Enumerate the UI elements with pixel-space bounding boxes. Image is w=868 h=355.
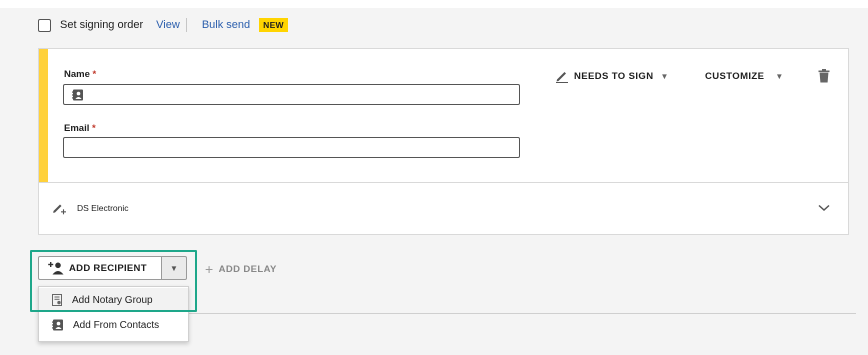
top-strip (0, 0, 868, 8)
signature-pen-icon (53, 204, 66, 215)
set-signing-order-label: Set signing order (60, 19, 144, 31)
new-badge: NEW (259, 18, 288, 32)
add-person-icon (48, 261, 64, 274)
menu-item-label: Add From Contacts (73, 319, 160, 331)
customize-dropdown[interactable]: CUSTOMIZE ▼ (705, 71, 784, 82)
customize-label: CUSTOMIZE (705, 71, 765, 82)
field-type-row[interactable]: DS Electronic (52, 201, 129, 215)
email-label-text: Email (64, 123, 90, 134)
field-type-label: DS Electronic (77, 203, 129, 213)
email-label: Email * (64, 123, 96, 134)
link-separator (185, 18, 187, 32)
add-delay-label: ADD DELAY (218, 263, 277, 275)
needs-to-sign-caret-icon: ▼ (660, 71, 669, 81)
name-input[interactable] (63, 84, 520, 105)
plus-icon: + (205, 261, 214, 277)
add-recipient-caret-button[interactable]: ▼ (162, 256, 187, 280)
name-label: Name * (64, 69, 96, 80)
chevron-down-icon[interactable] (818, 204, 830, 212)
needs-to-sign-label: NEEDS TO SIGN (574, 70, 654, 82)
menu-item-label: Add Notary Group (72, 294, 153, 306)
contact-card-icon[interactable] (72, 89, 84, 101)
recipient-color-bar (39, 49, 48, 182)
notary-group-icon (52, 294, 63, 306)
pen-icon (556, 72, 568, 83)
contacts-icon (52, 319, 64, 331)
recipient-card: Name * Email * NEEDS TO SIGN ▼ CUSTOMIZE… (38, 48, 849, 235)
add-recipient-menu: Add Notary Group Add From Contacts (38, 286, 189, 342)
needs-to-sign-dropdown[interactable]: NEEDS TO SIGN ▼ (555, 69, 669, 83)
menu-item-add-notary-group[interactable]: Add Notary Group (39, 288, 188, 312)
email-input[interactable] (63, 137, 520, 158)
customize-caret-icon: ▼ (775, 72, 784, 81)
name-label-text: Name (64, 69, 90, 80)
name-required-mark: * (92, 69, 97, 80)
trash-icon[interactable] (818, 69, 830, 83)
signing-order-row: Set signing order View Bulk send NEW (38, 18, 288, 32)
add-recipient-button-group: ADD RECIPIENT ▼ (38, 256, 187, 280)
bulk-send-link[interactable]: Bulk send (202, 19, 250, 31)
add-recipient-button[interactable]: ADD RECIPIENT (38, 256, 162, 280)
add-recipient-label: ADD RECIPIENT (69, 262, 147, 274)
add-delay-button[interactable]: + ADD DELAY (205, 261, 277, 277)
menu-item-add-from-contacts[interactable]: Add From Contacts (39, 313, 188, 337)
caret-down-icon: ▼ (170, 263, 178, 273)
email-required-mark: * (92, 123, 96, 134)
set-signing-order-checkbox[interactable] (38, 18, 51, 32)
card-divider (39, 182, 848, 183)
section-divider (188, 313, 856, 314)
view-link[interactable]: View (156, 19, 180, 31)
